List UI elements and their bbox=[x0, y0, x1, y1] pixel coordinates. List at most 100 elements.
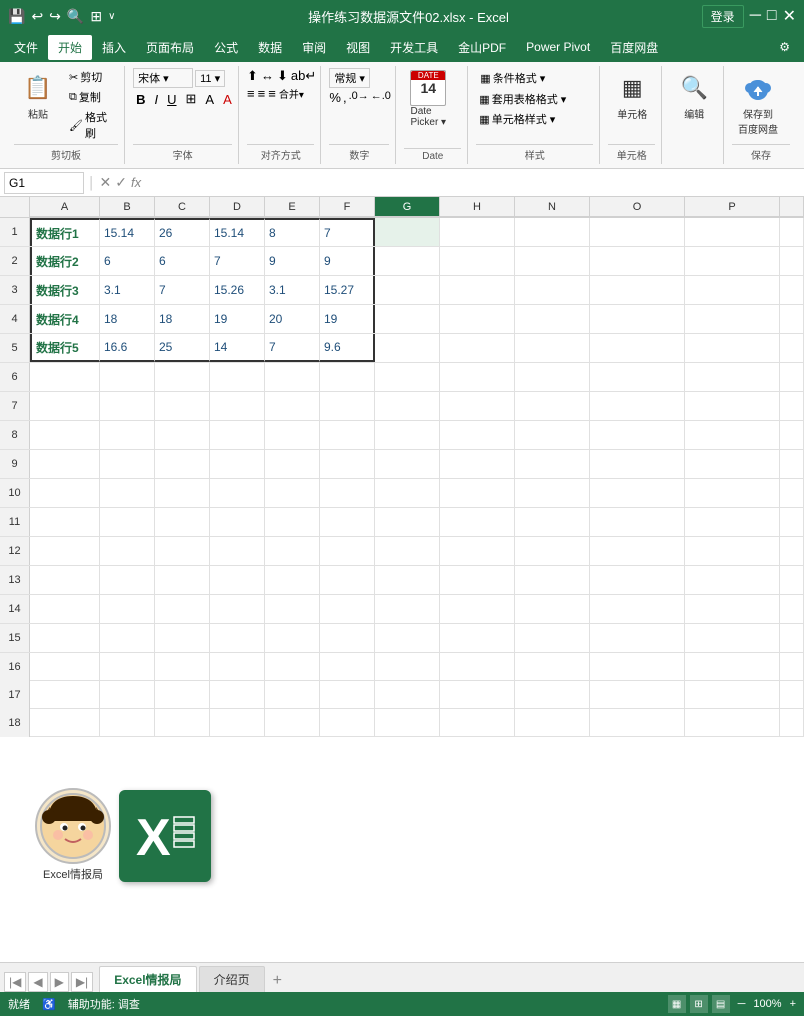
cell-e4[interactable]: 20 bbox=[265, 305, 320, 333]
cell-g1[interactable] bbox=[375, 218, 440, 246]
align-center-button[interactable]: ≡ bbox=[258, 86, 266, 101]
cell-e1[interactable]: 8 bbox=[265, 218, 320, 246]
cell-d2[interactable]: 7 bbox=[210, 247, 265, 275]
col-header-a[interactable]: A bbox=[30, 197, 100, 217]
font-size-selector[interactable]: 11 ▾ bbox=[195, 70, 225, 87]
cell-d3[interactable]: 15.26 bbox=[210, 276, 265, 304]
cell-n3[interactable] bbox=[515, 276, 590, 304]
menu-view[interactable]: 视图 bbox=[336, 35, 380, 60]
col-header-n[interactable]: N bbox=[515, 197, 590, 217]
menu-insert[interactable]: 插入 bbox=[92, 35, 136, 60]
menu-file[interactable]: 文件 bbox=[4, 35, 48, 60]
insert-function-icon[interactable]: fx bbox=[131, 175, 141, 190]
tab-nav-next[interactable]: ▶ bbox=[50, 972, 69, 992]
minimize-icon[interactable]: ─ bbox=[750, 7, 761, 25]
save-cloud-button[interactable]: 保存到百度网盘 bbox=[732, 68, 784, 138]
cell-o3[interactable] bbox=[590, 276, 685, 304]
cell-p4[interactable] bbox=[685, 305, 780, 333]
cell-b1[interactable]: 15.14 bbox=[100, 218, 155, 246]
conditional-format-button[interactable]: ▦ 条件格式 ▾ bbox=[476, 68, 569, 88]
col-header-e[interactable]: E bbox=[265, 197, 320, 217]
cell-g3[interactable] bbox=[375, 276, 440, 304]
search-icon[interactable]: 🔍 bbox=[67, 8, 84, 25]
cell-reference-box[interactable]: G1 bbox=[4, 172, 84, 194]
cell-a5[interactable]: 数据行5 bbox=[30, 334, 100, 362]
paste-button[interactable]: 📋 粘贴 bbox=[14, 68, 62, 123]
menu-settings-icon[interactable]: ⚙ bbox=[769, 36, 800, 58]
cell-h2[interactable] bbox=[440, 247, 515, 275]
menu-review[interactable]: 审阅 bbox=[292, 35, 336, 60]
normal-view-button[interactable]: ▦ bbox=[668, 995, 686, 1013]
cell-p2[interactable] bbox=[685, 247, 780, 275]
cell-b5[interactable]: 16.6 bbox=[100, 334, 155, 362]
number-format-selector[interactable]: 常规 ▾ bbox=[329, 68, 370, 88]
col-header-h[interactable]: H bbox=[440, 197, 515, 217]
bold-button[interactable]: B bbox=[133, 91, 148, 108]
tab-nav-last[interactable]: ▶| bbox=[71, 972, 93, 992]
cell-style-button[interactable]: ▦ 单元格样式 ▾ bbox=[476, 110, 569, 128]
cell-g5[interactable] bbox=[375, 334, 440, 362]
sheet-tab-excel[interactable]: Excel情报局 bbox=[99, 966, 196, 993]
login-button[interactable]: 登录 bbox=[702, 5, 744, 28]
cell-p3[interactable] bbox=[685, 276, 780, 304]
menu-formula[interactable]: 公式 bbox=[204, 35, 248, 60]
cell-p1[interactable] bbox=[685, 218, 780, 246]
underline-button[interactable]: U bbox=[164, 91, 179, 108]
cell-d4[interactable]: 19 bbox=[210, 305, 265, 333]
maximize-icon[interactable]: □ bbox=[767, 7, 777, 25]
font-name-selector[interactable]: 宋体 ▾ bbox=[133, 68, 193, 88]
cell-b2[interactable]: 6 bbox=[100, 247, 155, 275]
cell-c1[interactable]: 26 bbox=[155, 218, 210, 246]
cell-g4[interactable] bbox=[375, 305, 440, 333]
cell-f5[interactable]: 9.6 bbox=[320, 334, 375, 362]
tab-nav-prev[interactable]: ◀ bbox=[28, 972, 47, 992]
confirm-formula-icon[interactable]: ✓ bbox=[115, 174, 127, 191]
cell-d5[interactable]: 14 bbox=[210, 334, 265, 362]
cell-a6[interactable] bbox=[30, 363, 100, 391]
cell-o1[interactable] bbox=[590, 218, 685, 246]
menu-page-layout[interactable]: 页面布局 bbox=[136, 35, 204, 60]
page-layout-view-button[interactable]: ⊞ bbox=[690, 995, 708, 1013]
align-bottom-button[interactable]: ⬇ bbox=[277, 68, 288, 84]
percent-button[interactable]: % bbox=[329, 90, 341, 105]
cell-n5[interactable] bbox=[515, 334, 590, 362]
cell-a2[interactable]: 数据行2 bbox=[30, 247, 100, 275]
format-painter-button[interactable]: 🖌格式刷 bbox=[66, 108, 118, 142]
col-header-g[interactable]: G bbox=[375, 197, 440, 217]
border-button[interactable]: ⊞ bbox=[183, 90, 200, 108]
col-header-p[interactable]: P bbox=[685, 197, 780, 217]
col-header-f[interactable]: F bbox=[320, 197, 375, 217]
cell-f3[interactable]: 15.27 bbox=[320, 276, 375, 304]
tab-nav-first[interactable]: |◀ bbox=[4, 972, 26, 992]
menu-developer[interactable]: 开发工具 bbox=[380, 35, 448, 60]
cell-f4[interactable]: 19 bbox=[320, 305, 375, 333]
add-sheet-button[interactable]: + bbox=[267, 970, 288, 992]
menu-jinshan-pdf[interactable]: 金山PDF bbox=[448, 35, 516, 60]
italic-button[interactable]: I bbox=[152, 91, 162, 108]
fill-color-button[interactable]: A bbox=[202, 91, 217, 108]
increase-decimal-button[interactable]: .0→ bbox=[349, 90, 369, 105]
cell-a3[interactable]: 数据行3 bbox=[30, 276, 100, 304]
text-direction-button[interactable]: ab↵ bbox=[291, 68, 316, 84]
copy-button[interactable]: ⧉复制 bbox=[66, 88, 118, 106]
decrease-decimal-button[interactable]: ←.0 bbox=[371, 90, 391, 105]
cell-d1[interactable]: 15.14 bbox=[210, 218, 265, 246]
cell-o4[interactable] bbox=[590, 305, 685, 333]
cell-g2[interactable] bbox=[375, 247, 440, 275]
cut-button[interactable]: ✂剪切 bbox=[66, 68, 118, 86]
cell-c5[interactable]: 25 bbox=[155, 334, 210, 362]
cell-h4[interactable] bbox=[440, 305, 515, 333]
cell-c4[interactable]: 18 bbox=[155, 305, 210, 333]
comma-button[interactable]: , bbox=[343, 90, 347, 105]
cell-n4[interactable] bbox=[515, 305, 590, 333]
cell-c3[interactable]: 7 bbox=[155, 276, 210, 304]
merge-button[interactable]: 合并▾ bbox=[279, 86, 304, 101]
cell-a1[interactable]: 数据行1 bbox=[30, 218, 100, 246]
redo-icon[interactable]: ↪ bbox=[49, 8, 61, 25]
menu-power-pivot[interactable]: Power Pivot bbox=[516, 36, 600, 58]
close-icon[interactable]: ✕ bbox=[783, 6, 796, 26]
cell-n1[interactable] bbox=[515, 218, 590, 246]
menu-home[interactable]: 开始 bbox=[48, 35, 92, 60]
sheet-tab-intro[interactable]: 介绍页 bbox=[199, 966, 265, 992]
cell-n2[interactable] bbox=[515, 247, 590, 275]
